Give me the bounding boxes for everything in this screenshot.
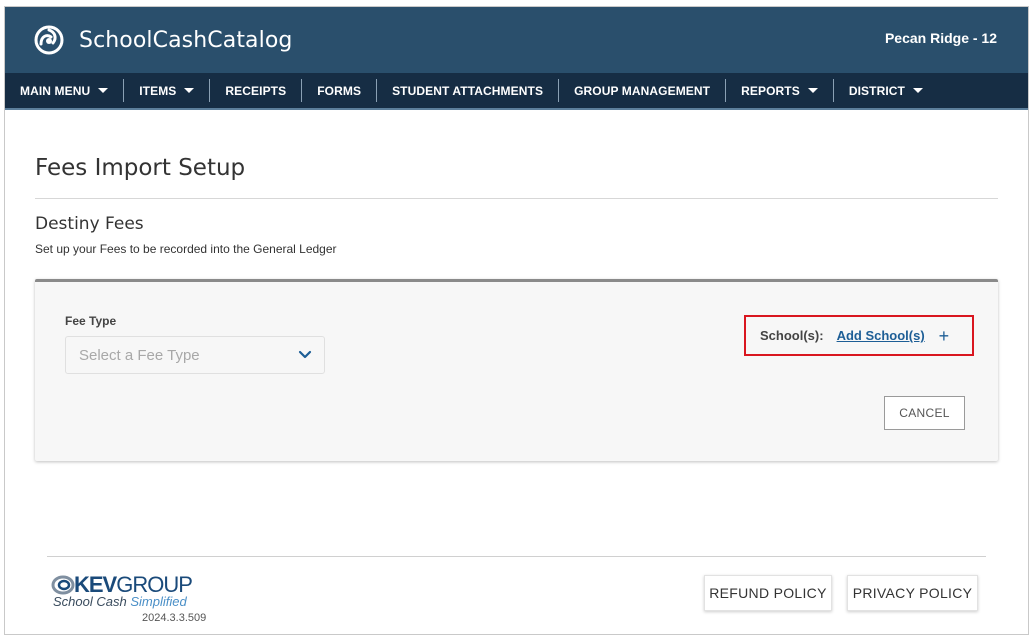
kev-swirl-icon	[51, 575, 75, 595]
schools-highlight-box: School(s): Add School(s) +	[744, 315, 974, 356]
nav-label: STUDENT ATTACHMENTS	[392, 83, 544, 98]
nav-label: GROUP MANAGEMENT	[574, 83, 711, 98]
chevron-down-icon	[298, 350, 312, 359]
refund-policy-button[interactable]: REFUND POLICY	[704, 575, 832, 611]
plus-icon[interactable]: +	[939, 327, 950, 345]
footer-divider	[47, 556, 986, 557]
main-nav: MAIN MENU ITEMS RECEIPTS FORMS STUDENT A…	[5, 73, 1028, 110]
title-divider	[35, 198, 998, 199]
swirl-logo-icon[interactable]	[33, 24, 65, 56]
nav-label: RECEIPTS	[225, 83, 287, 98]
header-bar: SchoolCashCatalog Pecan Ridge - 12	[5, 7, 1028, 73]
brand-title[interactable]: SchoolCashCatalog	[79, 28, 292, 53]
cancel-button[interactable]: CANCEL	[884, 396, 965, 430]
fee-setup-panel: Fee Type Select a Fee Type School(s): Ad…	[35, 279, 998, 461]
section-title: Destiny Fees	[35, 214, 144, 234]
caret-down-icon	[98, 88, 109, 93]
nav-label: DISTRICT	[848, 83, 905, 98]
section-subtitle: Set up your Fees to be recorded into the…	[35, 242, 337, 256]
nav-label: ITEMS	[139, 83, 177, 98]
nav-student-attachments[interactable]: STUDENT ATTACHMENTS	[377, 79, 560, 102]
current-school: Pecan Ridge - 12	[884, 30, 997, 46]
nav-main-menu[interactable]: MAIN MENU	[5, 79, 125, 102]
nav-group-management[interactable]: GROUP MANAGEMENT	[559, 79, 727, 102]
add-schools-link[interactable]: Add School(s)	[837, 328, 925, 343]
nav-reports[interactable]: REPORTS	[726, 79, 834, 102]
schools-label: School(s):	[760, 328, 824, 343]
nav-label: MAIN MENU	[20, 83, 91, 98]
nav-district[interactable]: DISTRICT	[834, 79, 938, 102]
page-title: Fees Import Setup	[35, 155, 246, 181]
caret-down-icon	[807, 88, 818, 93]
nav-items[interactable]: ITEMS	[124, 79, 211, 102]
nav-label: FORMS	[317, 83, 362, 98]
fee-type-placeholder: Select a Fee Type	[79, 346, 200, 364]
privacy-policy-button[interactable]: PRIVACY POLICY	[847, 575, 978, 611]
app-frame: SchoolCashCatalog Pecan Ridge - 12 MAIN …	[4, 6, 1029, 635]
fee-type-label: Fee Type	[65, 314, 117, 328]
fee-type-select[interactable]: Select a Fee Type	[65, 336, 325, 374]
kevgroup-logo: KEVGROUP School Cash Simplified	[51, 572, 221, 612]
nav-label: REPORTS	[741, 83, 800, 98]
caret-down-icon	[912, 88, 923, 93]
tagline-main: School Cash	[53, 594, 127, 609]
kev-tagline: School Cash Simplified	[53, 594, 187, 609]
nav-receipts[interactable]: RECEIPTS	[210, 79, 303, 102]
version-number: 2024.3.3.509	[142, 612, 207, 624]
tagline-simplified: Simplified	[130, 594, 187, 609]
caret-down-icon	[184, 88, 195, 93]
nav-forms[interactable]: FORMS	[302, 79, 378, 102]
